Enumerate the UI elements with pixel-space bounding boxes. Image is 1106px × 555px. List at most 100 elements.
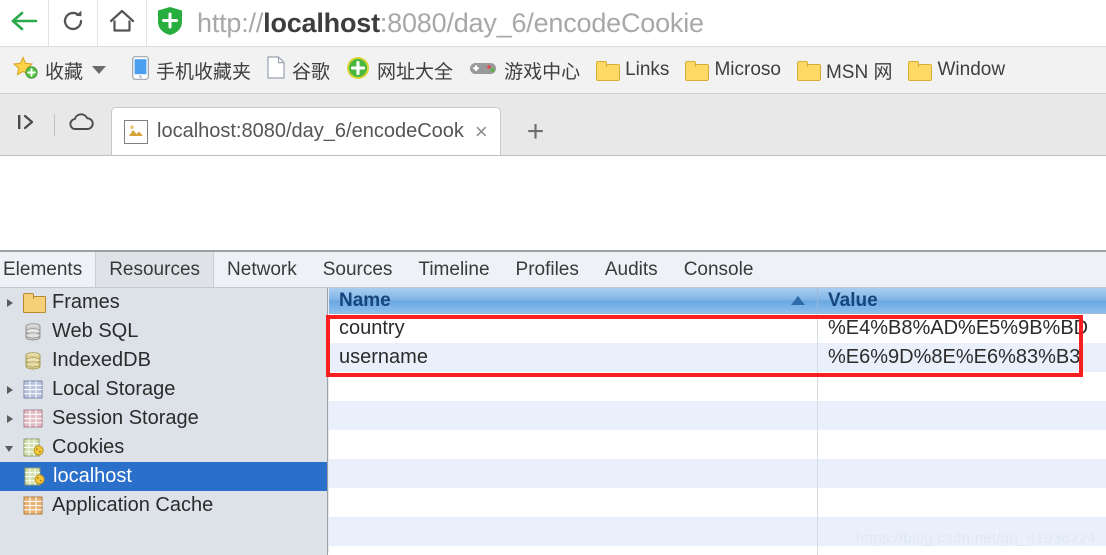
devtools-body: Frames Web SQL [0,288,1106,555]
tree-item-label: Cookies [52,436,124,459]
bookmark-label: 游戏中心 [504,57,580,84]
tree-item-label: Application Cache [52,494,213,517]
close-icon[interactable]: × [473,121,490,143]
chevron-right-icon[interactable] [4,384,16,396]
tab-console[interactable]: Console [671,252,767,287]
folder-icon [685,61,707,79]
table-row[interactable]: username %E6%9D%8E%E6%83%B3 [329,343,1106,372]
spacer [4,326,16,338]
column-header-name[interactable]: Name [329,288,818,313]
security-shield-button[interactable] [147,0,193,46]
folder-icon [908,61,930,79]
tab-elements[interactable]: Elements [0,252,96,287]
bookmark-item-mobile-favorites[interactable]: 手机收藏夹 [124,50,259,90]
tree-item-frames[interactable]: Frames [0,288,327,317]
bookmark-item-google[interactable]: 谷歌 [259,50,338,90]
cookie-value-cell: %E4%B8%AD%E5%9B%BD [818,314,1106,343]
tree-item-session-storage[interactable]: Session Storage [0,404,327,433]
chevron-down-icon[interactable] [4,442,16,454]
address-bar[interactable]: http://localhost:8080/day_6/encodeCookie [193,0,704,46]
table-header-row: Name Value [329,288,1106,314]
url-host: localhost [263,8,380,38]
browser-tab-title: localhost:8080/day_6/encodeCook [157,120,464,143]
column-header-value[interactable]: Value [818,288,1106,313]
folder-icon [596,61,618,79]
home-button[interactable] [98,0,147,46]
table-row-empty [329,488,1106,517]
back-button[interactable] [0,0,49,46]
url-scheme: http:// [197,8,263,38]
tab-label: Timeline [418,259,489,281]
broken-image-favicon [124,120,148,144]
tree-item-cookies[interactable]: Cookies [0,433,327,462]
table-orange-icon [23,496,45,516]
bookmark-item-favorites[interactable]: 收藏 [4,50,124,90]
cloud-button[interactable] [59,103,103,147]
folder-icon [23,293,45,313]
browser-tab-active[interactable]: localhost:8080/day_6/encodeCook × [111,107,501,155]
table-row-empty [329,372,1106,401]
tab-label: Resources [109,259,200,281]
bookmark-label: 手机收藏夹 [156,57,251,84]
tab-timeline[interactable]: Timeline [405,252,502,287]
table-row-empty [329,459,1106,488]
table-row-empty [329,546,1106,555]
watermark-text: https://blog.csdn.net/qq_41936224 [856,530,1096,547]
tree-item-local-storage[interactable]: Local Storage [0,375,327,404]
home-icon [109,8,135,39]
column-header-label: Name [339,290,391,312]
cookie-name-cell: country [329,314,818,343]
tree-item-label: Session Storage [52,407,199,430]
tree-item-indexeddb[interactable]: IndexedDB [0,346,327,375]
cookies-table: Name Value country %E4%B8%AD%E5%9B%BD us… [329,288,1106,555]
column-header-label: Value [828,290,878,312]
tree-item-label: localhost [53,465,132,488]
bookmark-folder-windows[interactable]: Window [900,50,1013,90]
cookie-icon [23,438,45,458]
reload-icon [60,8,86,39]
tree-item-web-sql[interactable]: Web SQL [0,317,327,346]
cloud-icon [67,111,95,138]
gamepad-icon [469,58,497,83]
tree-item-application-cache[interactable]: Application Cache [0,491,327,520]
reload-button[interactable] [49,0,98,46]
tab-resources[interactable]: Resources [96,252,214,287]
tab-label: Profiles [516,259,579,281]
tab-list-icon [16,111,40,138]
tree-item-label: Web SQL [52,320,138,343]
tab-strip: localhost:8080/day_6/encodeCook × + [0,94,1106,155]
tab-sources[interactable]: Sources [310,252,406,287]
bookmark-label: Window [937,59,1005,81]
tab-label: Elements [3,259,82,281]
chevron-right-icon[interactable] [4,413,16,425]
new-tab-button[interactable]: + [527,117,545,147]
divider [54,114,55,136]
bookmark-folder-microsoft[interactable]: Microso [677,50,789,90]
bookmark-item-hao123[interactable]: 网址大全 [338,50,461,90]
tab-network[interactable]: Network [214,252,310,287]
chevron-right-icon[interactable] [4,297,16,309]
bookmark-folder-links[interactable]: Links [588,50,677,90]
table-pink-icon [23,409,45,429]
back-arrow-icon [9,9,39,38]
cookie-value-cell: %E6%9D%8E%E6%83%B3 [818,343,1106,372]
chevron-down-icon[interactable] [92,66,106,74]
url-path: :8080/day_6/encodeCookie [380,8,704,38]
tab-list-button[interactable] [6,103,50,147]
bookmark-folder-msn[interactable]: MSN 网 [789,50,901,90]
bookmark-item-games[interactable]: 游戏中心 [461,50,588,90]
table-row-empty [329,430,1106,459]
tab-profiles[interactable]: Profiles [503,252,592,287]
tree-item-localhost[interactable]: localhost [0,462,327,491]
table-row[interactable]: country %E4%B8%AD%E5%9B%BD [329,314,1106,343]
tree-item-label: IndexedDB [52,349,151,372]
browser-toolbar: http://localhost:8080/day_6/encodeCookie [0,0,1106,46]
tab-audits[interactable]: Audits [592,252,671,287]
star-plus-icon [12,56,38,85]
bookmark-label: Microso [714,59,781,81]
spacer [4,355,16,367]
bookmarks-bar: 收藏 手机收藏夹 谷歌 网址大全 [0,46,1106,94]
bookmark-label: MSN 网 [826,57,893,84]
database-icon [23,322,45,342]
sort-ascending-icon [791,296,805,305]
